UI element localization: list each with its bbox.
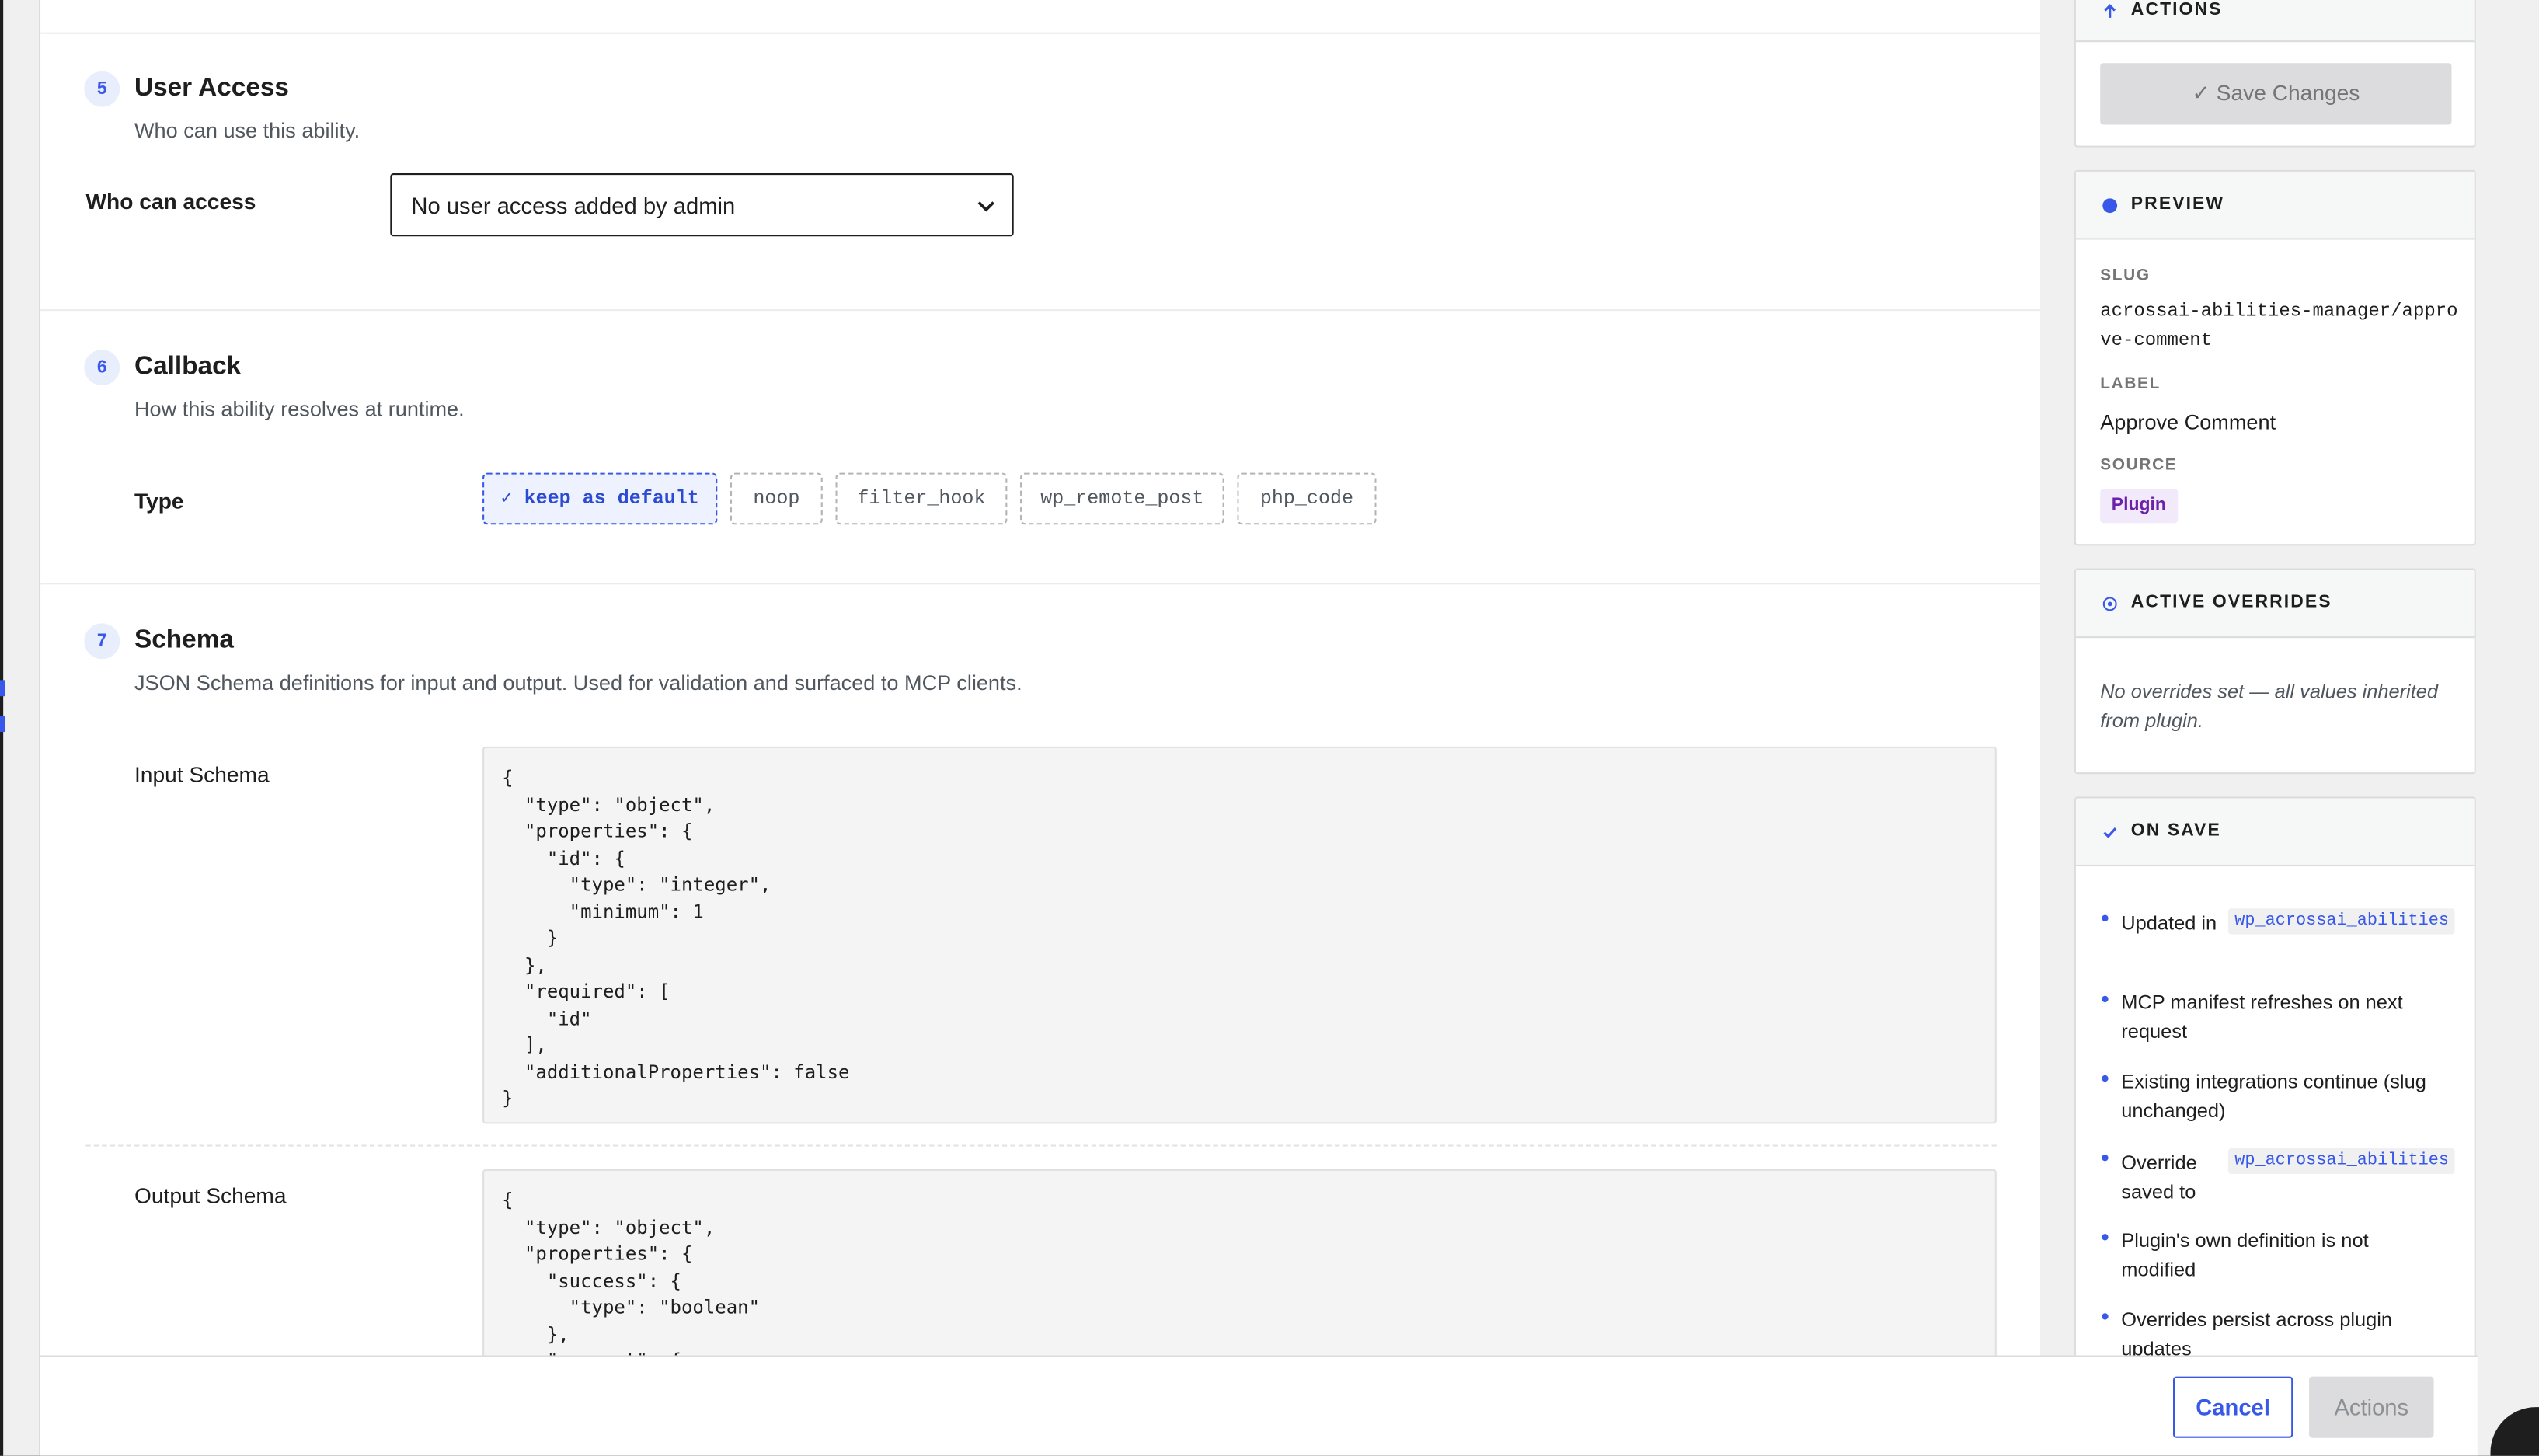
left-rail xyxy=(0,0,41,1456)
on-save-item: Plugin's own definition is not modified xyxy=(2121,1228,2369,1281)
step-number: 7 xyxy=(84,623,120,660)
card-title: ON SAVE xyxy=(2130,820,2221,841)
arrow-up-icon xyxy=(2104,4,2116,18)
who-can-access-select[interactable]: No user access added by admin xyxy=(390,173,1014,237)
bullet xyxy=(2102,1234,2109,1241)
output-schema-label-text: Output Schema xyxy=(134,1183,287,1208)
label-value: Approve Comment xyxy=(2100,409,2276,434)
overrides-empty-text: No overrides set — all values inherited … xyxy=(2100,680,2439,733)
callback-option-noop[interactable]: noop xyxy=(730,472,823,525)
active-overrides-card: ACTIVE OVERRIDES No overrides set — all … xyxy=(2074,568,2476,775)
label-label: LABEL xyxy=(2100,375,2161,394)
card-title: ACTIONS xyxy=(2130,0,2223,20)
on-save-item: Override saved to xyxy=(2121,1151,2197,1203)
bullet xyxy=(2102,1075,2109,1082)
preview-card: PREVIEW SLUG acrossai-abilities-manager/… xyxy=(2074,169,2476,546)
callback-option-keep-as-default[interactable]: ✓ keep as default xyxy=(482,472,718,525)
window-corner xyxy=(2477,1355,2539,1456)
card-header: PREVIEW xyxy=(2075,171,2475,240)
step-number: 5 xyxy=(84,71,120,107)
who-can-access-label: Who can access xyxy=(85,189,256,214)
slug-value: acrossai-abilities-manager/approve-comme… xyxy=(2100,301,2458,352)
card-title: ACTIVE OVERRIDES xyxy=(2130,592,2332,612)
circle-dot-icon xyxy=(2102,597,2117,611)
on-save-item: Updated in xyxy=(2121,911,2217,935)
save-changes-button[interactable]: ✓ Save Changes xyxy=(2100,63,2452,125)
select-value: No user access added by admin xyxy=(411,193,736,219)
check-icon xyxy=(2103,827,2117,838)
bottom-action-bar: Cancel Actions xyxy=(40,1355,2478,1456)
section-description: JSON Schema definitions for input and ou… xyxy=(134,670,1022,695)
actions-card: ACTIONS ✓ Save Changes xyxy=(2074,0,2476,148)
cancel-button[interactable]: Cancel xyxy=(2172,1376,2293,1438)
corner-shape xyxy=(2490,1407,2539,1456)
on-save-card: ON SAVE Updated in wp_acrossai_abilities… xyxy=(2074,796,2476,1380)
rail-marker xyxy=(0,680,5,697)
on-save-item: MCP manifest refreshes on next request xyxy=(2121,991,2403,1043)
dot-icon xyxy=(2102,198,2118,214)
bullet xyxy=(2102,914,2109,921)
output-schema-label: Output Schema xyxy=(134,1184,287,1208)
callback-option-php-code[interactable]: php_code xyxy=(1237,472,1377,525)
section-description: How this ability resolves at runtime. xyxy=(134,396,465,421)
bullet xyxy=(2102,1313,2109,1320)
chevron-down-icon xyxy=(977,201,994,212)
bullet xyxy=(2102,1155,2109,1162)
on-save-item: Existing integrations continue (slug unc… xyxy=(2121,1070,2426,1123)
screen: 5 User Access Who can use this ability. … xyxy=(0,0,2539,1456)
section-title-user-access: User Access xyxy=(134,74,289,103)
section-divider xyxy=(40,309,2041,312)
card-title: PREVIEW xyxy=(2130,194,2225,214)
actions-button[interactable]: Actions xyxy=(2309,1376,2434,1438)
section-title-callback: Callback xyxy=(134,353,242,381)
slug-label: SLUG xyxy=(2100,266,2151,285)
source-label: SOURCE xyxy=(2100,456,2178,475)
section-divider xyxy=(40,583,2041,585)
card-header: ON SAVE xyxy=(2075,798,2475,867)
schema-divider xyxy=(85,1144,1997,1147)
table-name-code: wp_acrossai_abilities xyxy=(2227,1148,2456,1175)
card-header: ACTIVE OVERRIDES xyxy=(2075,570,2475,639)
main-panel: 5 User Access Who can use this ability. … xyxy=(40,0,2041,1456)
section-divider xyxy=(40,32,2041,34)
source-badge: Plugin xyxy=(2100,489,2178,524)
input-schema-label-text: Input Schema xyxy=(134,762,270,787)
section-description: Who can use this ability. xyxy=(134,118,360,143)
card-header: ACTIONS xyxy=(2075,0,2475,43)
table-name-code: wp_acrossai_abilities xyxy=(2227,908,2456,935)
input-schema-label: Input Schema xyxy=(134,763,270,787)
rail-marker xyxy=(0,716,5,733)
callback-option-filter-hook[interactable]: filter_hook xyxy=(835,472,1008,525)
section-title-schema: Schema xyxy=(134,626,234,655)
callback-option-wp-remote-post[interactable]: wp_remote_post xyxy=(1020,472,1224,525)
input-schema-editor[interactable]: { "type": "object", "properties": { "id"… xyxy=(482,746,1997,1124)
callback-type-label: Type xyxy=(134,489,184,514)
step-number: 6 xyxy=(84,350,120,386)
bullet xyxy=(2102,995,2109,1003)
